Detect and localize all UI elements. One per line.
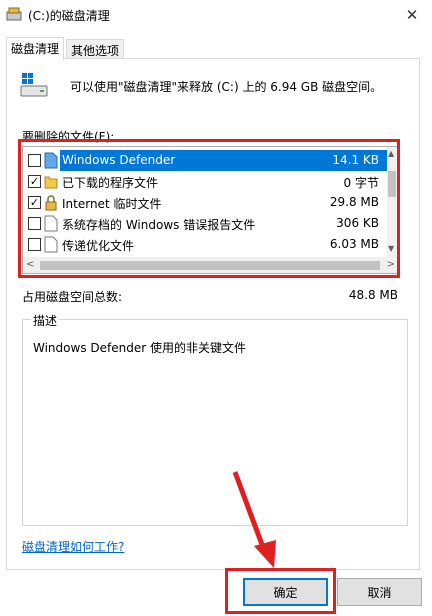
horizontal-scrollbar[interactable]: < >: [23, 257, 397, 273]
files-list[interactable]: Windows Defender 14.1 KB ✓ 已下载的程序文件 0 字节…: [22, 146, 398, 274]
ok-button[interactable]: 确定: [243, 578, 328, 606]
description-group: 描述 Windows Defender 使用的非关键文件: [22, 312, 408, 526]
scroll-right-icon[interactable]: >: [387, 259, 395, 270]
list-item[interactable]: 传递优化文件 6.03 MB: [23, 234, 389, 255]
list-item[interactable]: ✓ Internet 临时文件 29.8 MB: [23, 192, 389, 213]
file-name: 传递优化文件: [62, 239, 135, 253]
checkbox[interactable]: [28, 238, 41, 251]
document-icon: [44, 236, 58, 253]
file-size: 306 KB: [336, 216, 379, 230]
summary-text: 可以使用"磁盘清理"来释放 (C:) 上的 6.94 GB 磁盘空间。: [70, 80, 383, 94]
file-name: 已下载的程序文件: [62, 176, 159, 190]
help-link[interactable]: 磁盘清理如何工作?: [22, 538, 124, 555]
window-title: (C:)的磁盘清理: [28, 9, 110, 23]
file-name: Windows Defender: [62, 153, 176, 167]
checkbox[interactable]: [28, 217, 41, 230]
list-item[interactable]: Windows Defender 14.1 KB: [23, 150, 389, 171]
scroll-up-icon[interactable]: ▲: [388, 149, 394, 158]
file-name: 系统存档的 Windows 错误报告文件: [62, 218, 256, 232]
list-item[interactable]: ✓ 已下载的程序文件 0 字节: [23, 171, 389, 192]
document-blue-icon: [44, 152, 58, 169]
file-size: 14.1 KB: [332, 153, 379, 167]
scroll-down-icon[interactable]: ▼: [388, 244, 394, 253]
total-space-label: 占用磁盘空间总数:: [22, 290, 123, 304]
files-to-delete-label: 要删除的文件(F):: [22, 130, 115, 144]
close-icon: ✕: [405, 6, 419, 24]
folder-icon: [44, 176, 58, 189]
scroll-thumb[interactable]: [388, 171, 396, 197]
file-size: 0 字节: [343, 176, 379, 190]
checkbox[interactable]: ✓: [28, 196, 41, 209]
vertical-scrollbar[interactable]: ▲ ▼: [387, 147, 397, 257]
file-size: 29.8 MB: [329, 195, 379, 209]
cancel-button[interactable]: 取消: [337, 578, 422, 606]
drive-icon: [20, 73, 48, 97]
disk-cleanup-icon: [6, 7, 22, 21]
scroll-left-icon[interactable]: <: [26, 259, 34, 270]
document-icon: [44, 215, 58, 232]
checkbox[interactable]: ✓: [28, 175, 41, 188]
file-size: 6.03 MB: [329, 237, 379, 251]
total-space-value: 48.8 MB: [348, 288, 398, 302]
list-item[interactable]: 系统存档的 Windows 错误报告文件 306 KB: [23, 213, 389, 234]
title-bar: (C:)的磁盘清理 ✕: [0, 0, 432, 30]
description-legend: 描述: [31, 312, 60, 329]
close-button[interactable]: ✕: [392, 0, 432, 30]
file-name: Internet 临时文件: [62, 197, 162, 211]
tab-more-options[interactable]: 其他选项: [66, 39, 125, 59]
description-text: Windows Defender 使用的非关键文件: [33, 341, 246, 355]
tab-disk-cleanup[interactable]: 磁盘清理: [6, 37, 65, 60]
scroll-thumb[interactable]: [40, 261, 380, 270]
lock-icon: [45, 195, 57, 211]
checkbox[interactable]: [28, 154, 41, 167]
